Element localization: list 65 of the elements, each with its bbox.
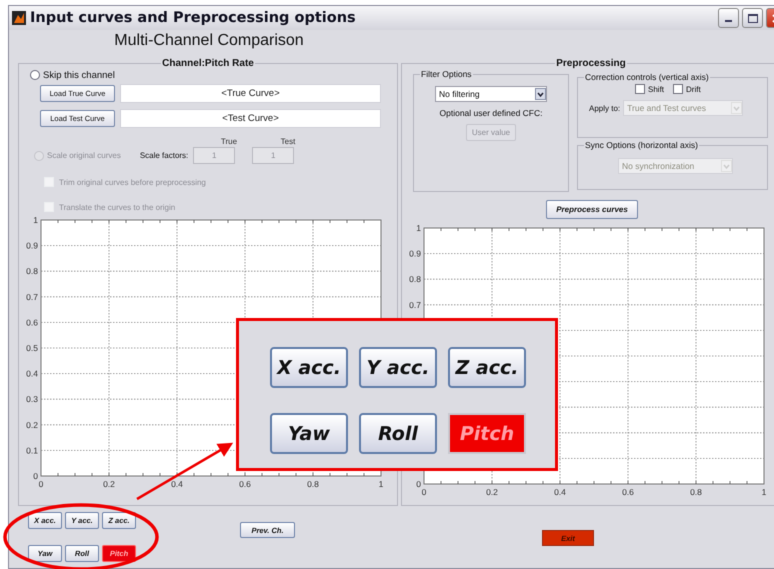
heading: Multi-Channel Comparison [113, 31, 305, 51]
channel-button[interactable]: Z acc. [448, 347, 526, 388]
tick-label: 0 [33, 471, 38, 481]
group-title: Correction controls (vertical axis) [584, 72, 710, 82]
panel-title: Channel:Pitch Rate [161, 58, 255, 69]
column-label: Test [280, 137, 296, 146]
tick-label: 0.9 [26, 240, 38, 251]
channel-button[interactable]: Roll [359, 413, 437, 454]
caret-icon [535, 88, 546, 100]
true-curve-field[interactable]: <True Curve> [120, 84, 381, 103]
tick-label: 0 [416, 479, 421, 489]
channel-button[interactable]: Y acc. [359, 347, 437, 388]
window-title: Input curves and Preprocessing options [30, 10, 356, 26]
tick-label: 0 [38, 479, 44, 489]
checkbox[interactable] [635, 84, 645, 94]
channel-button[interactable]: X acc. [270, 347, 348, 388]
tick-label: 1 [33, 215, 38, 225]
checkbox-label: Shift [648, 84, 664, 94]
tick-label: 1 [378, 479, 384, 489]
tick-label: 0.8 [26, 266, 38, 276]
preprocess-curves-button[interactable]: Preprocess curves [546, 200, 638, 219]
test-curve-field[interactable]: <Test Curve> [120, 109, 381, 128]
tick-label: 0.8 [690, 487, 702, 497]
tick-label: 0 [422, 487, 426, 497]
tick-label: 0.7 [26, 292, 38, 302]
maximize-button[interactable] [742, 8, 763, 28]
caret-icon [731, 102, 742, 114]
maximize-icon [748, 14, 758, 22]
tick-label: 1 [416, 223, 421, 233]
radio-button[interactable] [30, 70, 40, 80]
tick-label: 0.1 [26, 445, 38, 456]
caret-icon [721, 160, 732, 172]
tick-label: 0.8 [409, 274, 421, 284]
radio-label: Scale original curves [47, 151, 121, 160]
tick-label: 0.3 [26, 394, 38, 404]
checkbox[interactable] [673, 84, 684, 94]
filter-dropdown[interactable]: No filtering [435, 86, 547, 102]
tick-label: 0.9 [409, 248, 421, 259]
tick-label: 0.5 [26, 343, 38, 353]
tick-label: 0.6 [622, 487, 634, 497]
channel-button[interactable]: Yaw [270, 413, 348, 454]
minimize-button[interactable] [718, 8, 739, 28]
checkbox-label: Translate the curves to the origin [59, 202, 176, 212]
scale-factors-label: Scale factors: [140, 151, 188, 160]
group-title: Sync Options (horizontal axis) [584, 140, 699, 150]
tick-label: 0.4 [554, 487, 566, 497]
tick-label: 0.6 [26, 317, 38, 328]
tick-label: 0.7 [409, 300, 421, 310]
apply-to-label: Apply to: [589, 104, 620, 112]
tick-label: 0.2 [486, 487, 498, 497]
tick-label: 0.4 [171, 479, 183, 489]
tick-label: 0.2 [26, 420, 38, 430]
checkbox-label: Drift [686, 84, 701, 94]
tick-label: 0.6 [239, 479, 251, 489]
tick-label: 1 [762, 487, 766, 497]
tick-label: 0.8 [307, 479, 319, 489]
tick-label: 0.2 [103, 479, 115, 489]
tick-label: 0.4 [26, 368, 38, 379]
checkbox-label: Trim original curves before preprocessing [59, 178, 206, 186]
app-icon [12, 11, 26, 25]
panel-title: Preprocessing [555, 58, 627, 69]
cfc-label: Optional user defined CFC: [440, 108, 542, 118]
column-label: True [220, 137, 238, 146]
group-title: Filter Options [420, 69, 473, 79]
radio-label: Skip this channel [43, 70, 115, 80]
